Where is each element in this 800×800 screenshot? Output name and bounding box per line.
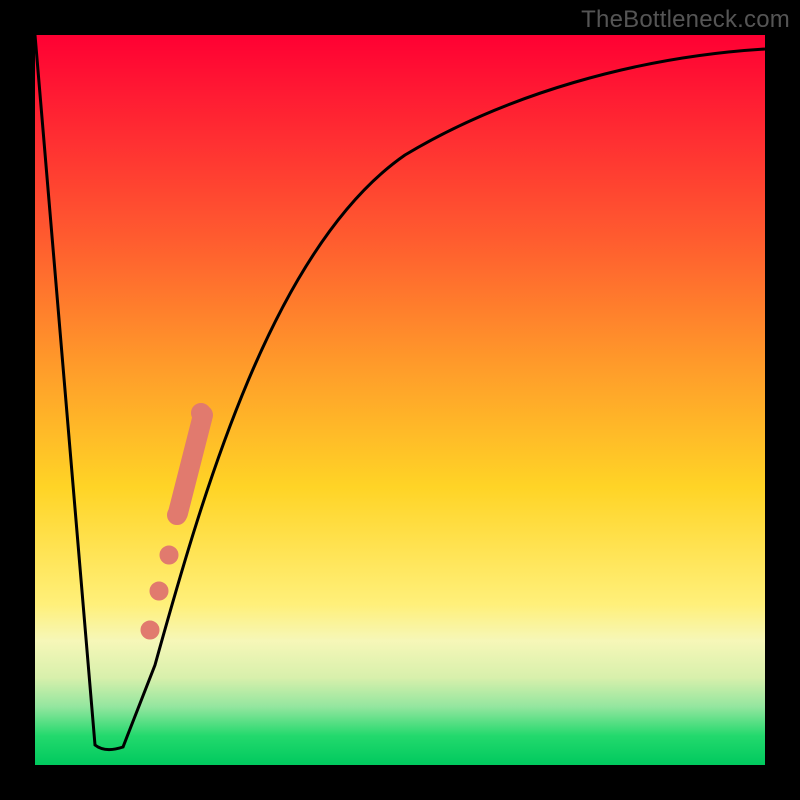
watermark-text: TheBottleneck.com: [581, 6, 790, 34]
highlight-segment: [178, 415, 203, 513]
bottleneck-curve: [35, 35, 765, 750]
highlight-cap-bottom: [168, 506, 187, 525]
highlight-dot-1: [160, 546, 178, 564]
chart-svg: [35, 35, 765, 765]
highlight-dot-3: [141, 621, 159, 639]
plot-area: [35, 35, 765, 765]
chart-frame: TheBottleneck.com: [0, 0, 800, 800]
highlight-group: [141, 404, 211, 640]
highlight-dot-2: [150, 582, 168, 600]
